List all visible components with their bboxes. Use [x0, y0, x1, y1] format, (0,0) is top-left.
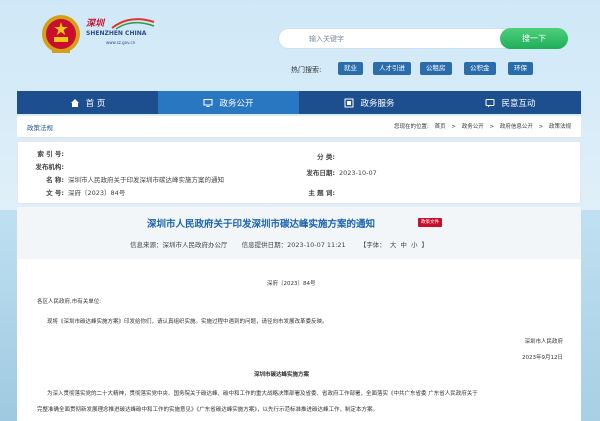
meta-value: 2023-10-07: [339, 169, 377, 177]
font-label-close: 】: [421, 241, 429, 249]
background-skyline: [0, 210, 17, 421]
sign-date: 2023年9月12日: [522, 355, 563, 361]
search-bar: 搜一下: [278, 28, 568, 49]
home-icon: [70, 98, 79, 107]
logo-text: 深圳: [86, 19, 105, 29]
signer: 深圳市人民政府: [524, 339, 563, 345]
nav-item-public[interactable]: 政务公开: [158, 91, 299, 114]
body-paragraph: 为深入贯彻落实党的二十大精神，贯彻落实党中央、国务院关于碳达峰、碳中和工作的重大…: [47, 391, 478, 397]
meta-key: 索 引 号:: [37, 150, 64, 158]
meta-doc-number: 文 号: 深府〔2023〕84号: [30, 187, 125, 197]
font-size-small[interactable]: 小: [411, 241, 418, 249]
body-paragraph: 完整准确全面贯彻新发展理念推进碳达峰碳中和工作的实施意见》《广东省碳达峰实施方案…: [37, 407, 379, 413]
document-number: 深府〔2023〕84号: [267, 281, 316, 287]
logo-swoosh-icon: [111, 18, 155, 30]
search-button[interactable]: 搜一下: [500, 28, 568, 49]
policy-badge: 政策文件: [418, 218, 442, 227]
meta-value: 深圳市人民政府关于印发深圳市碳达峰实施方案的通知: [68, 176, 224, 184]
breadcrumb-item[interactable]: 政务公开: [462, 124, 484, 130]
background-skyline: [581, 210, 600, 421]
nav-label: 政务服务: [360, 98, 395, 109]
font-size-control: 【字体： 大 中 小 】: [360, 241, 430, 249]
search-input[interactable]: [289, 31, 469, 47]
info-source: 信息来源：深圳市人民政府办公厅: [130, 241, 228, 249]
nav-item-interaction[interactable]: 民意互动: [440, 91, 581, 114]
meta-value: 深府〔2023〕84号: [68, 189, 126, 197]
breadcrumb-item[interactable]: 政府信息公开: [500, 124, 533, 130]
site-header: 深圳 SHENZHEN CHINA www.sz.gov.cn 搜一下 热门搜索…: [0, 0, 600, 88]
meta-key: 文 号:: [46, 189, 64, 197]
meta-publisher: 发布机构:: [30, 161, 68, 171]
document-body: 深府〔2023〕84号 各区人民政府,市有关单位: 现将《深圳市碳达峰实施方案》…: [17, 259, 581, 421]
recipient-line: 各区人民政府,市有关单位:: [37, 299, 102, 305]
hot-tag[interactable]: 就业: [338, 62, 363, 75]
font-label: 【字体：: [359, 241, 386, 249]
breadcrumb-separator: >: [538, 124, 544, 130]
hot-tag[interactable]: 环保: [508, 62, 533, 75]
meta-key: 发布机构:: [35, 163, 64, 171]
meta-key: 发布日期:: [306, 169, 335, 177]
logo-url: www.sz.gov.cn: [106, 40, 136, 45]
font-size-medium[interactable]: 中: [400, 241, 407, 249]
info-time: 信息提供日期：2023-10-07 11:21: [241, 241, 346, 249]
shenzhen-logo[interactable]: 深圳 SHENZHEN CHINA www.sz.gov.cn: [86, 16, 156, 52]
nav-label: 首 页: [85, 98, 106, 109]
hot-search-label: 热门搜索:: [291, 66, 322, 74]
hot-tag[interactable]: 公积金: [464, 62, 496, 75]
meta-date: 发布日期: 2023-10-07: [301, 167, 377, 177]
hot-tag[interactable]: 人才引进: [373, 62, 411, 75]
meta-index: 索 引 号:: [30, 148, 68, 158]
breadcrumb-item[interactable]: 政策法规: [549, 124, 571, 130]
main-nav: 首 页 政务公开 政务服务 民意互动: [17, 91, 581, 114]
document-panel: 深圳市人民政府关于印发深圳市碳达峰实施方案的通知 政策文件 信息来源：深圳市人民…: [17, 207, 581, 421]
logo-subtext: SHENZHEN CHINA: [86, 30, 147, 37]
breadcrumb-bar: 政策法规 您现在的位置: 首页 > 政务公开 > 政府信息公开 > 政策法规: [17, 116, 581, 138]
breadcrumb: 您现在的位置: 首页 > 政务公开 > 政府信息公开 > 政策法规: [390, 122, 571, 130]
breadcrumb-separator: >: [489, 124, 495, 130]
meta-key: 分 类:: [317, 153, 335, 161]
meta-key: 主 题 词:: [308, 189, 335, 197]
breadcrumb-prefix: 您现在的位置:: [394, 124, 429, 130]
document-info: 信息来源：深圳市人民政府办公厅 信息提供日期：2023-10-07 11:21 …: [130, 239, 442, 249]
meta-category: 分 类:: [301, 151, 339, 161]
font-size-large[interactable]: 大: [390, 241, 397, 249]
service-icon: [344, 98, 354, 107]
nav-label: 民意互动: [501, 98, 536, 109]
document-title-area: 深圳市人民政府关于印发深圳市碳达峰实施方案的通知 政策文件 信息来源：深圳市人民…: [17, 207, 581, 259]
breadcrumb-item[interactable]: 首页: [435, 124, 446, 130]
monitor-icon: [203, 98, 213, 107]
interaction-icon: [485, 98, 495, 107]
hot-tag[interactable]: 公租房: [420, 62, 452, 75]
nav-item-service[interactable]: 政务服务: [299, 91, 440, 114]
section-title: 政策法规: [27, 124, 53, 132]
body-paragraph: 现将《深圳市碳达峰实施方案》印发给你们，请认真组织实施。实施过程中遇到的问题，请…: [47, 319, 328, 325]
breadcrumb-separator: >: [451, 124, 456, 130]
nav-label: 政务公开: [219, 98, 254, 109]
national-emblem-icon: [40, 12, 82, 56]
document-title: 深圳市人民政府关于印发深圳市碳达峰实施方案的通知: [147, 219, 376, 230]
meta-subject: 主 题 词:: [301, 187, 339, 197]
document-meta-table: 索 引 号: 发布机构: 名 称: 深圳市人民政府关于印发深圳市碳达峰实施方案的通…: [17, 141, 581, 204]
section-heading: 深圳市碳达峰实施方案: [254, 372, 310, 378]
meta-name: 名 称: 深圳市人民政府关于印发深圳市碳达峰实施方案的通知: [30, 174, 224, 184]
nav-item-home[interactable]: 首 页: [17, 91, 158, 114]
meta-key: 名 称:: [46, 176, 64, 184]
